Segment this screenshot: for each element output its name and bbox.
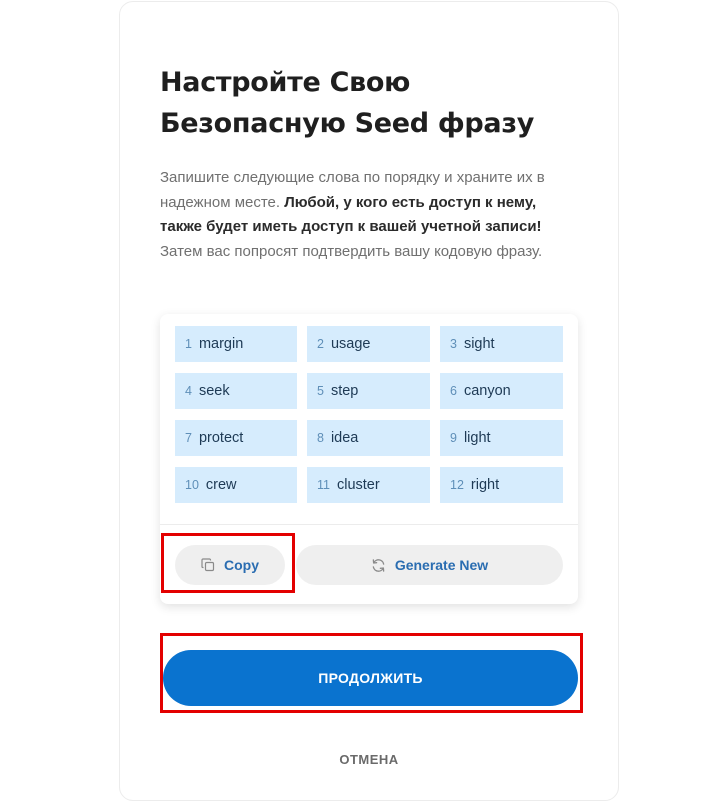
seed-word: 5 step [307,373,430,409]
seed-word: 7 protect [175,420,297,456]
instructions-text: Запишите следующие слова по порядку и хр… [160,166,580,264]
seed-word: 9 light [440,420,563,456]
generate-new-label: Generate New [394,557,489,573]
seed-word-number: 4 [185,384,192,398]
seed-word: 3 sight [440,326,563,362]
seed-word-number: 7 [185,431,192,445]
seed-word: 12 right [440,467,563,503]
seed-word: 6 canyon [440,373,563,409]
instructions-part-2: Затем вас попросят подтвердить вашу кодо… [160,242,543,260]
seed-word: 1 margin [175,326,297,362]
seed-word-text: sight [463,336,495,352]
seed-word-grid: 1 margin 2 usage 3 sight 4 seek 5 step 6 canyo… [175,326,563,503]
seed-word: 11 cluster [307,467,430,503]
seed-word-number: 2 [317,337,324,351]
seed-word-text: protect [198,430,244,446]
seed-word-number: 3 [450,337,457,351]
continue-button-label: ПРОДОЛЖИТЬ [318,670,423,686]
seed-word-text: margin [198,336,244,352]
seed-word-number: 6 [450,384,457,398]
seed-word-number: 9 [450,431,457,445]
copy-button-label: Copy [224,557,259,573]
seed-word-number: 8 [317,431,324,445]
seed-word-text: crew [205,477,237,493]
seed-word-number: 1 [185,337,192,351]
panel-divider [160,524,578,525]
copy-button[interactable]: Copy [175,545,285,585]
cancel-button-label: ОТМЕНА [339,752,399,767]
seed-word: 4 seek [175,373,297,409]
seed-word-text: canyon [463,383,511,399]
generate-new-button[interactable]: Generate New [296,545,563,585]
seed-word-number: 5 [317,384,324,398]
seed-word-text: idea [330,430,359,446]
title-line-2: Безопасную Seed фразу [160,108,535,139]
seed-word-number: 12 [450,478,464,492]
page-title: Настройте Свою Безопасную Seed фразу [160,62,600,144]
seed-word-text: cluster [336,477,380,493]
seed-word: 8 idea [307,420,430,456]
title-line-1: Настройте Свою [160,67,411,98]
copy-icon [201,558,215,572]
seed-phrase-panel: 1 margin 2 usage 3 sight 4 seek 5 step 6 canyo… [160,314,578,604]
continue-button[interactable]: ПРОДОЛЖИТЬ [163,650,578,706]
seed-word: 2 usage [307,326,430,362]
seed-word-text: seek [198,383,230,399]
seed-word-number: 11 [317,478,330,492]
seed-word-text: light [463,430,491,446]
seed-word-text: right [470,477,500,493]
refresh-icon [372,558,385,572]
seed-word-text: step [330,383,359,399]
seed-word-text: usage [330,336,371,352]
seed-word-number: 10 [185,478,199,492]
cancel-button[interactable]: ОТМЕНА [160,752,578,767]
seed-word: 10 crew [175,467,297,503]
